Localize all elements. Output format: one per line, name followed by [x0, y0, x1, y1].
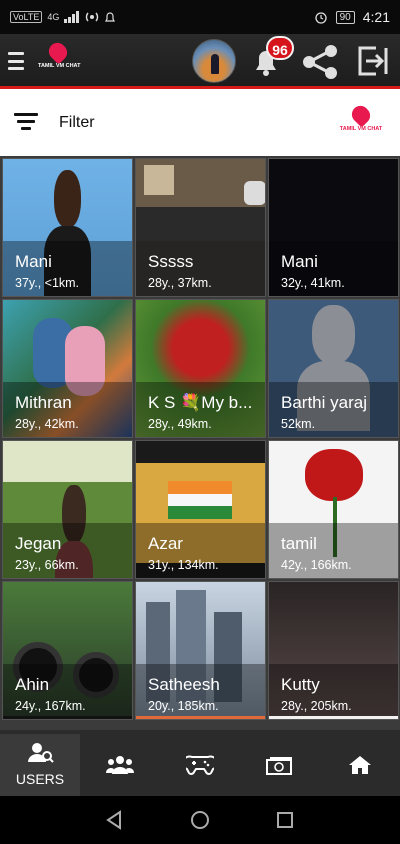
signal-icon — [64, 11, 80, 23]
user-meta: 28y., 37km. — [148, 276, 212, 290]
home-icon — [349, 756, 371, 774]
user-card[interactable]: Azar 31y., 134km. — [135, 440, 266, 579]
nav-money[interactable] — [240, 734, 320, 796]
user-name: Ahin — [15, 675, 50, 694]
user-name: Barthi yaraj — [281, 393, 367, 412]
user-name: Mithran — [15, 393, 72, 412]
user-card[interactable]: tamil 42y., 166km. — [268, 440, 399, 579]
user-card[interactable]: Satheesh 20y., 185km. — [135, 581, 266, 720]
filter-logo: TAMIL VM CHAT — [338, 102, 384, 141]
share-icon[interactable] — [300, 44, 340, 80]
money-icon — [266, 757, 292, 775]
user-name: Jegan — [15, 534, 62, 553]
logo-heart-icon — [348, 102, 374, 128]
users-grid: Mani 37y., <1km. Sssss 28y., 37km. Mani … — [0, 156, 400, 730]
user-meta: 37y., <1km. — [15, 276, 80, 290]
user-name: Azar — [148, 534, 183, 553]
battery-indicator: 90 — [335, 10, 355, 24]
logo-text: TAMIL VM CHAT — [339, 126, 383, 132]
notification-count-badge: 96 — [266, 36, 294, 60]
nav-games[interactable] — [160, 734, 240, 796]
recents-icon[interactable] — [275, 810, 295, 830]
nav-group[interactable] — [80, 734, 160, 796]
app-logo[interactable]: TAMIL VM CHAT — [38, 39, 81, 78]
user-photo — [244, 181, 265, 205]
alarm-icon — [314, 12, 327, 24]
clock: 4:21 — [362, 9, 390, 25]
user-name: Kutty — [281, 675, 320, 694]
hotspot-icon — [86, 12, 99, 22]
user-meta: 28y., 42km. — [15, 417, 79, 431]
user-name: K S 💐My b... — [148, 393, 253, 412]
back-icon[interactable] — [104, 810, 124, 830]
user-meta: 52km. — [281, 417, 316, 431]
nav-home[interactable] — [320, 734, 400, 796]
system-navigation-bar — [0, 796, 400, 844]
app-header: TAMIL VM CHAT 96 — [0, 34, 400, 88]
user-meta: 20y., 185km. — [148, 699, 219, 713]
flag-image — [168, 481, 232, 519]
user-meta: 24y., 167km. — [15, 699, 86, 713]
user-meta: 32y., 41km. — [281, 276, 345, 290]
user-name: Mani — [15, 252, 52, 271]
user-meta: 23y., 66km. — [15, 558, 79, 572]
bottom-navigation: USERS — [0, 734, 400, 796]
user-meta: 28y., 49km. — [148, 417, 212, 431]
filter-button[interactable]: Filter — [59, 114, 95, 132]
home-circle-icon[interactable] — [190, 810, 210, 830]
user-card[interactable]: Mithran 28y., 42km. — [2, 299, 133, 438]
logo-text: TAMIL VM CHAT — [38, 63, 81, 69]
user-name: Mani — [281, 252, 318, 271]
rose-image — [305, 449, 363, 501]
menu-icon[interactable] — [8, 52, 24, 70]
nav-users[interactable]: USERS — [0, 734, 80, 796]
filter-icon[interactable] — [14, 113, 38, 131]
filter-bar: Filter TAMIL VM CHAT — [0, 89, 400, 156]
volte-indicator: VoLTE — [10, 11, 43, 23]
status-bar: VoLTE 4G 90 4:21 — [0, 0, 400, 34]
profile-avatar[interactable] — [192, 39, 236, 83]
user-card[interactable]: Sssss 28y., 37km. — [135, 158, 266, 297]
user-card[interactable]: Mani 32y., 41km. — [268, 158, 399, 297]
user-card[interactable]: Barthi yaraj 52km. — [268, 299, 399, 438]
exit-icon[interactable] — [356, 44, 390, 78]
logo-heart-icon — [45, 39, 71, 65]
user-card[interactable]: Ahin 24y., 167km. — [2, 581, 133, 720]
user-name: tamil — [281, 534, 317, 553]
user-card[interactable]: Kutty 28y., 205km. — [268, 581, 399, 720]
user-meta: 28y., 205km. — [281, 699, 352, 713]
user-name: Sssss — [148, 252, 194, 271]
user-name: Satheesh — [148, 675, 220, 694]
gamepad-icon — [186, 755, 214, 775]
user-photo — [144, 165, 174, 195]
app-screen: VoLTE 4G 90 4:21 TAMIL VM CHAT 96 Filter… — [0, 0, 400, 844]
user-card[interactable]: Jegan 23y., 66km. — [2, 440, 133, 579]
users-search-icon — [28, 743, 54, 763]
nav-users-label: USERS — [15, 771, 65, 787]
group-icon — [106, 756, 134, 774]
user-meta: 42y., 166km. — [281, 558, 352, 572]
user-card[interactable]: Mani 37y., <1km. — [2, 158, 133, 297]
network-indicator: 4G — [47, 11, 60, 22]
user-meta: 31y., 134km. — [148, 558, 219, 572]
notification-bell-icon — [105, 11, 116, 22]
user-card[interactable]: K S 💐My b... 28y., 49km. — [135, 299, 266, 438]
